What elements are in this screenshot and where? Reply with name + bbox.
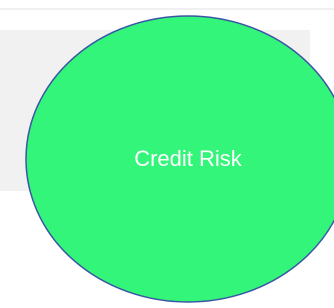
credit-risk-label: Credit Risk bbox=[134, 146, 242, 171]
diagram-canvas: Credit Risk bbox=[0, 0, 334, 308]
